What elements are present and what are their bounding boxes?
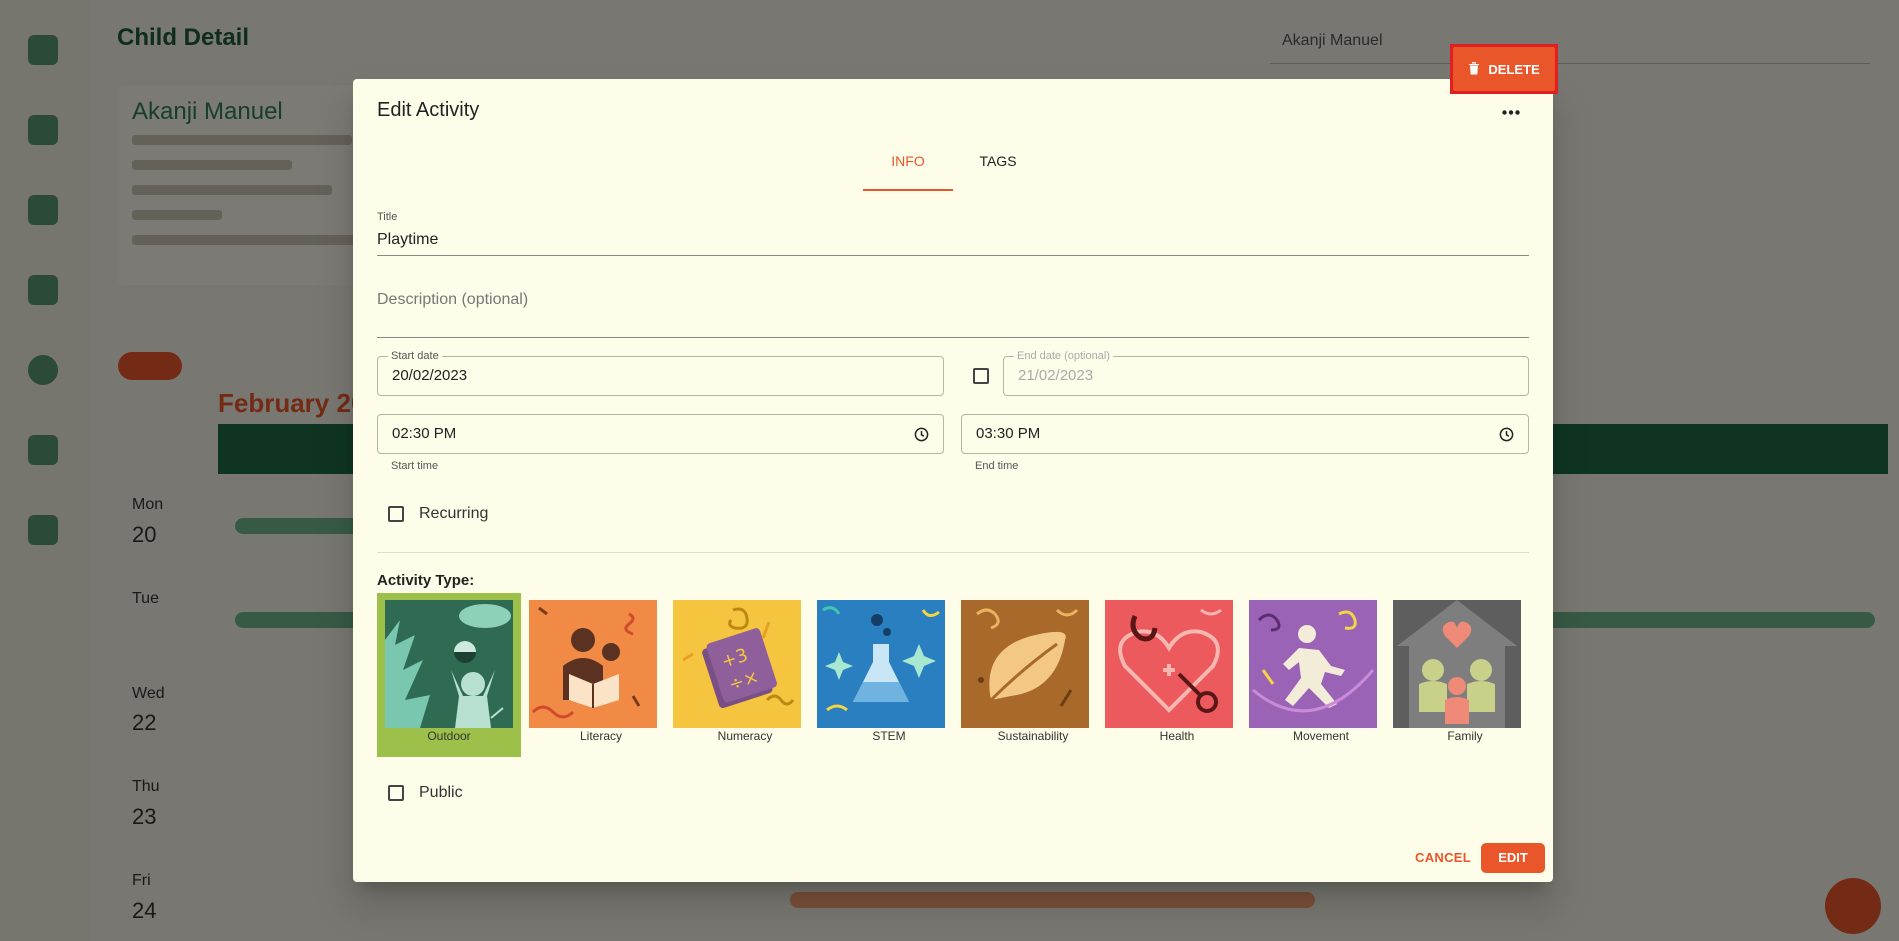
title-field-label: Title — [377, 211, 398, 223]
activity-label: STEM — [872, 729, 906, 743]
start-date-value: 20/02/2023 — [392, 367, 468, 384]
cancel-button[interactable]: CANCEL — [1415, 850, 1471, 865]
start-time-value: 02:30 PM — [392, 425, 457, 442]
dialog-title: Edit Activity — [377, 99, 480, 121]
end-time-field[interactable]: 03:30 PM — [961, 414, 1529, 454]
recurring-label: Recurring — [419, 505, 489, 522]
activity-label: Literacy — [579, 729, 623, 743]
start-date-label: Start date — [388, 350, 442, 362]
family-icon — [1393, 600, 1521, 728]
sustainability-icon — [961, 600, 1089, 728]
activity-type-title: Activity Type: — [377, 572, 475, 589]
recurring-checkbox[interactable] — [388, 506, 404, 522]
clock-icon[interactable] — [1499, 427, 1514, 447]
more-options-icon[interactable] — [1496, 97, 1526, 127]
edit-button[interactable]: EDIT — [1481, 843, 1545, 873]
title-field[interactable]: Playtime — [377, 231, 438, 249]
start-time-helper: Start time — [391, 460, 439, 472]
end-time-value: 03:30 PM — [976, 425, 1041, 442]
literacy-icon — [529, 600, 657, 728]
tabs: INFO TAGS — [863, 147, 1043, 191]
movement-icon — [1249, 600, 1377, 728]
divider — [377, 552, 1529, 553]
start-date-field[interactable]: Start date 20/02/2023 — [377, 350, 944, 396]
delete-button[interactable]: DELETE — [1453, 47, 1555, 91]
activity-label: Outdoor — [427, 729, 471, 743]
clock-icon[interactable] — [914, 427, 929, 447]
activity-label: Health — [1159, 729, 1195, 743]
edit-activity-dialog: Edit Activity INFO TAGS Title Playtime D… — [353, 79, 1553, 882]
activity-type-numeracy[interactable]: +3 ÷× Numeracy — [672, 593, 802, 748]
end-date-checkbox[interactable] — [973, 368, 989, 384]
numeracy-icon: +3 ÷× — [673, 600, 801, 728]
activity-type-sustainability[interactable]: Sustainability — [960, 593, 1090, 748]
trash-icon — [1468, 61, 1480, 78]
health-icon — [1105, 600, 1233, 728]
tab-tags[interactable]: TAGS — [953, 147, 1043, 191]
activity-type-family[interactable]: Family — [1392, 593, 1522, 748]
description-field[interactable]: Description (optional) — [377, 291, 528, 309]
activity-type-literacy[interactable]: Literacy — [528, 593, 658, 748]
tab-indicator — [863, 189, 953, 191]
public-checkbox[interactable] — [388, 785, 404, 801]
end-date-value: 21/02/2023 — [1018, 367, 1094, 384]
start-time-field[interactable]: 02:30 PM — [377, 414, 944, 454]
end-time-helper: End time — [975, 460, 1019, 472]
end-date-label: End date (optional) — [1014, 350, 1113, 362]
public-label: Public — [419, 784, 463, 801]
activity-type-stem[interactable]: STEM — [816, 593, 946, 748]
activity-label: Numeracy — [717, 729, 773, 743]
activity-label: Sustainability — [997, 729, 1069, 743]
activity-label: Family — [1447, 729, 1483, 743]
end-date-field[interactable]: End date (optional) 21/02/2023 — [1003, 350, 1529, 396]
delete-label: DELETE — [1488, 61, 1540, 77]
activity-type-outdoor[interactable]: Outdoor — [377, 593, 521, 757]
stem-icon — [817, 600, 945, 728]
activity-type-movement[interactable]: Movement — [1248, 593, 1378, 748]
activity-type-health[interactable]: Health — [1104, 593, 1234, 748]
outdoor-icon — [385, 600, 513, 728]
tab-info[interactable]: INFO — [863, 147, 953, 191]
activity-label: Movement — [1292, 729, 1350, 743]
